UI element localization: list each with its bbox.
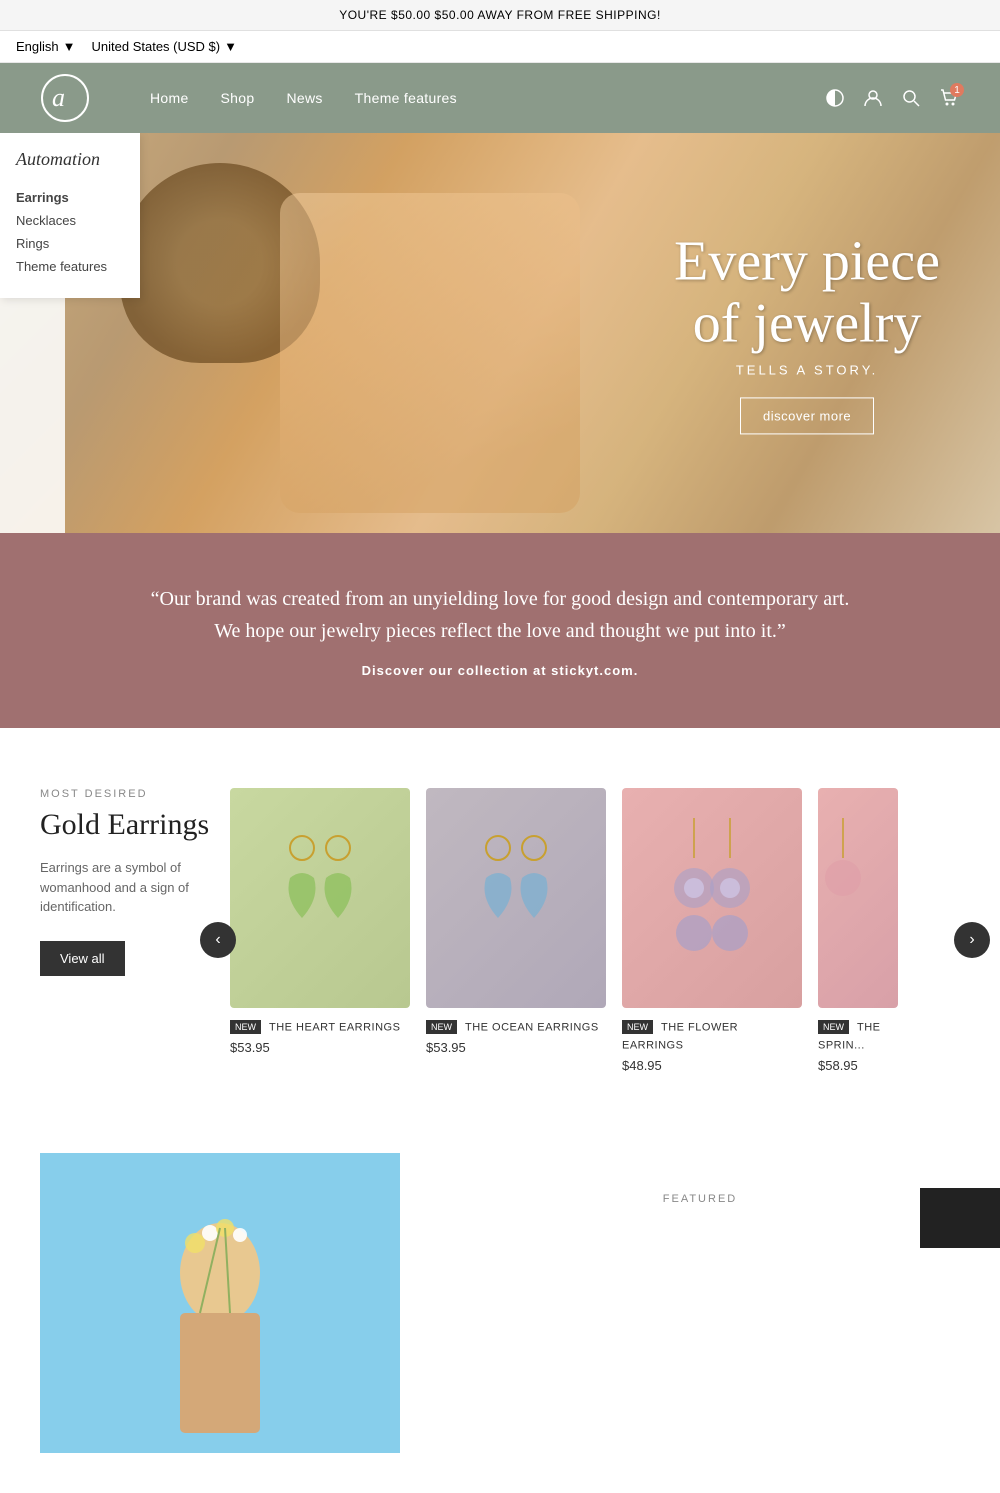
product-card: NEW THE OCEAN EARRINGS $53.95: [426, 788, 606, 1073]
cart-icon[interactable]: 1: [938, 87, 960, 109]
dropdown-item-rings[interactable]: Rings: [16, 232, 124, 255]
product-price: $48.95: [622, 1058, 802, 1073]
logo[interactable]: a: [40, 73, 90, 123]
person-shape: [280, 193, 580, 513]
product-card: NEW THE HEART EARRINGS $53.95: [230, 788, 410, 1073]
cart-count: 1: [950, 83, 964, 97]
product-meta: NEW THE SPRIN... $58.95: [818, 1018, 898, 1073]
account-icon[interactable]: [862, 87, 884, 109]
product-price: $53.95: [230, 1040, 410, 1055]
products-description: Earrings are a symbol of womanhood and a…: [40, 858, 210, 917]
dropdown-item-earrings[interactable]: Earrings: [16, 186, 124, 209]
announcement-bar: YOU'RE $50.00 $50.00 AWAY FROM FREE SHIP…: [0, 0, 1000, 31]
bottom-right: FEATURED: [440, 1153, 960, 1453]
quote-section: “Our brand was created from an unyieldin…: [0, 533, 1000, 728]
hero-section: Automation Earrings Necklaces Rings Them…: [0, 133, 1000, 533]
dropdown-brand: Automation: [16, 149, 124, 170]
product-image-spring[interactable]: [818, 788, 898, 1008]
nav-shop[interactable]: Shop: [221, 90, 255, 106]
header: a Home Shop News Theme features: [0, 63, 1000, 133]
product-name: THE HEART EARRINGS: [269, 1021, 400, 1033]
carousel-next-button[interactable]: ›: [954, 922, 990, 958]
announcement-text: YOU'RE $50.00 $50.00 AWAY FROM FREE SHIP…: [339, 8, 661, 22]
dropdown-menu: Automation Earrings Necklaces Rings Them…: [0, 133, 140, 298]
theme-toggle-icon[interactable]: [824, 87, 846, 109]
most-desired-label: MOST DESIRED: [40, 788, 210, 800]
hero-text: Every piece of jewelry TELLS A STORY. di…: [674, 231, 940, 434]
hero-heading: Every piece of jewelry: [674, 231, 940, 354]
product-price: $53.95: [426, 1040, 606, 1055]
product-badge: NEW: [622, 1020, 653, 1034]
product-meta: NEW THE FLOWER EARRINGS $48.95: [622, 1018, 802, 1073]
product-badge: NEW: [230, 1020, 261, 1034]
product-meta: NEW THE HEART EARRINGS $53.95: [230, 1018, 410, 1055]
dropdown-item-theme-features[interactable]: Theme features: [16, 255, 124, 278]
product-image-ocean[interactable]: [426, 788, 606, 1008]
nav-theme-features[interactable]: Theme features: [355, 90, 457, 106]
nav-icons: 1: [824, 87, 960, 109]
nav-news[interactable]: News: [286, 90, 322, 106]
discover-more-button[interactable]: discover more: [740, 398, 874, 435]
product-price: $58.95: [818, 1058, 898, 1073]
dropdown-item-necklaces[interactable]: Necklaces: [16, 209, 124, 232]
carousel-prev-button[interactable]: ‹: [200, 922, 236, 958]
svg-text:a: a: [52, 83, 65, 112]
hero-subtitle: TELLS A STORY.: [674, 363, 940, 378]
featured-label: FEATURED: [440, 1153, 960, 1205]
language-label: English: [16, 39, 59, 54]
products-heading: Gold Earrings: [40, 808, 210, 842]
main-nav: Home Shop News Theme features: [150, 90, 824, 106]
product-card: NEW THE FLOWER EARRINGS $48.95: [622, 788, 802, 1073]
view-all-button[interactable]: View all: [40, 941, 125, 976]
nav-home[interactable]: Home: [150, 90, 189, 106]
product-image-flower[interactable]: [622, 788, 802, 1008]
product-meta: NEW THE OCEAN EARRINGS $53.95: [426, 1018, 606, 1055]
product-image-heart[interactable]: [230, 788, 410, 1008]
region-selector[interactable]: United States (USD $) ▼: [92, 39, 237, 54]
language-selector[interactable]: English ▼: [16, 39, 76, 54]
product-badge: NEW: [818, 1020, 849, 1034]
product-card: NEW THE SPRIN... $58.95: [818, 788, 898, 1073]
product-name: THE OCEAN EARRINGS: [465, 1021, 599, 1033]
region-label: United States (USD $): [92, 39, 221, 54]
bottom-image: [40, 1153, 400, 1453]
region-chevron-icon: ▼: [224, 39, 237, 54]
locale-bar: English ▼ United States (USD $) ▼: [0, 31, 1000, 63]
bottom-section: FEATURED: [0, 1113, 1000, 1493]
dark-corner-block: [920, 1188, 1000, 1248]
quote-text: “Our brand was created from an unyieldin…: [60, 583, 940, 647]
products-section: ‹ MOST DESIRED Gold Earrings Earrings ar…: [0, 728, 1000, 1113]
quote-cta: Discover our collection at stickyt.com.: [60, 663, 940, 678]
search-icon[interactable]: [900, 87, 922, 109]
products-carousel: NEW THE HEART EARRINGS $53.95 NEW THE OC…: [230, 788, 960, 1073]
product-badge: NEW: [426, 1020, 457, 1034]
language-chevron-icon: ▼: [63, 39, 76, 54]
